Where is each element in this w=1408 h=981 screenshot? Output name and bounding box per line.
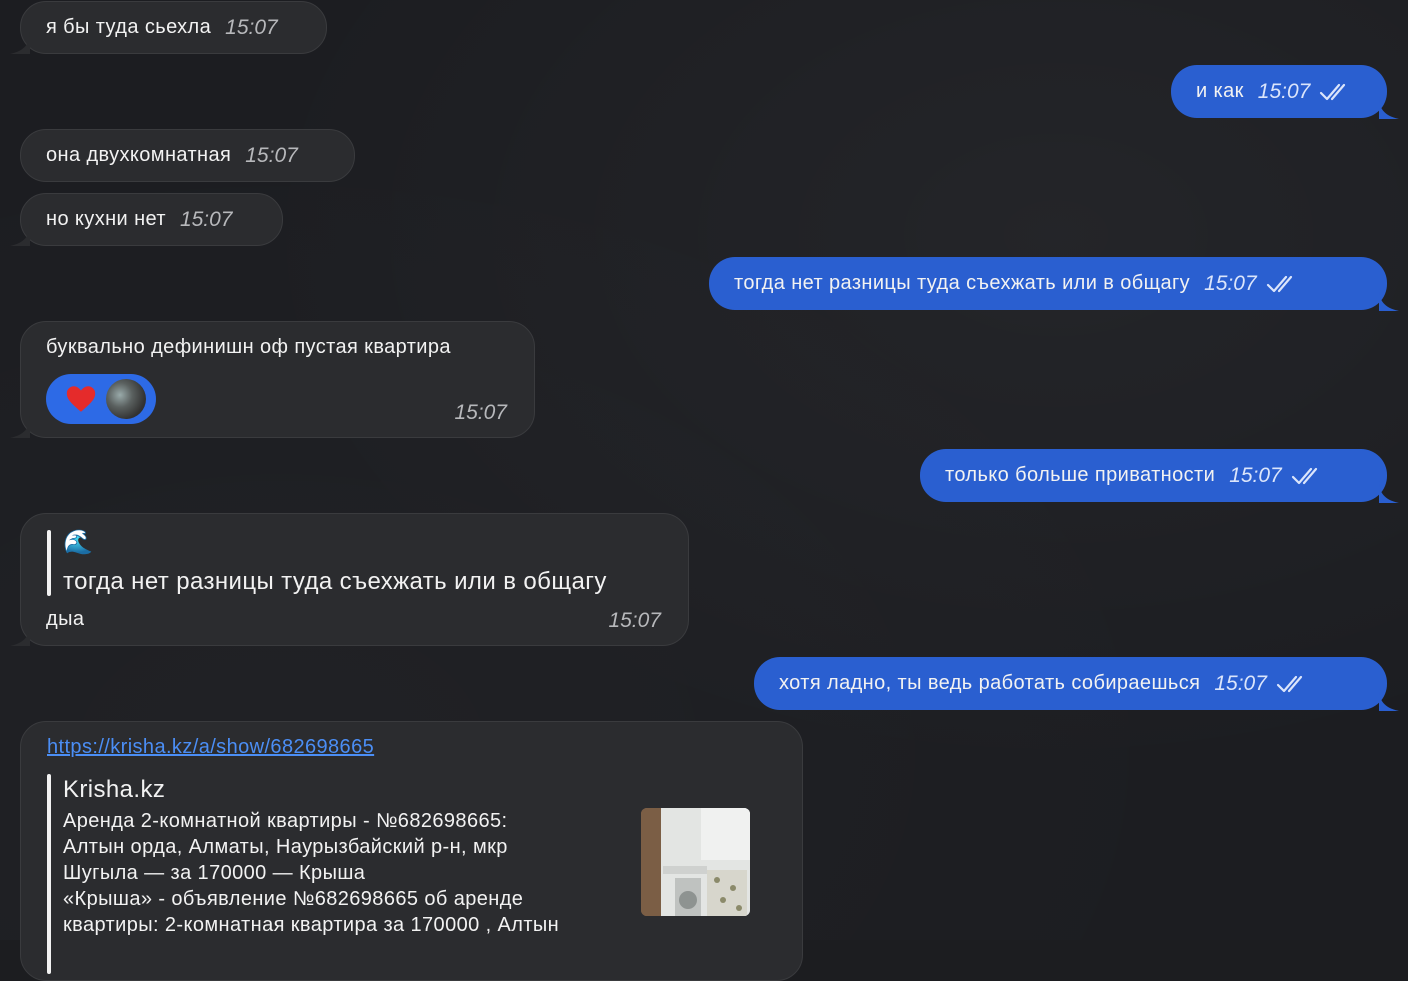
message-incoming[interactable]: она двухкомнатная 15:07 (20, 129, 355, 182)
message-text: тогда нет разницы туда съехжать или в об… (734, 272, 1191, 294)
message-link[interactable]: https://krisha.kz/a/show/682698665 (47, 736, 374, 759)
double-check-icon (1276, 675, 1303, 692)
apartment-photo (641, 808, 750, 916)
message-text: она двухкомнатная (46, 144, 232, 166)
quote-bar (47, 530, 51, 596)
message-time: 15:07 (1257, 79, 1311, 103)
message-text: буквально дефинишн оф пустая квартира (46, 336, 451, 358)
reaction-pill[interactable] (46, 374, 156, 424)
preview-line: Аренда 2-комнатной квартиры - №682698665… (63, 810, 508, 832)
double-check-icon (1320, 83, 1346, 100)
bubble-tail (10, 416, 30, 438)
message-outgoing[interactable]: и как 15:07 (1171, 65, 1399, 119)
bubble-tail (10, 624, 30, 646)
message-time: 15:07 (454, 401, 507, 424)
message-time: 15:07 (245, 143, 298, 167)
preview-thumbnail[interactable] (641, 808, 750, 916)
preview-line: Алтын орда, Алматы, Наурызбайский р-н, м… (63, 836, 508, 858)
message-time: 15:07 (1229, 463, 1282, 487)
message-outgoing[interactable]: тогда нет разницы туда съехжать или в об… (709, 257, 1399, 311)
message-text: хотя ладно, ты ведь работать собираешься (779, 672, 1201, 694)
message-incoming[interactable]: я бы туда сьехла 15:07 (10, 1, 327, 54)
message-text: но кухни нет (46, 208, 166, 230)
message-time: 15:07 (1204, 271, 1257, 295)
message-time: 15:07 (179, 207, 233, 231)
message-incoming-link[interactable]: https://krisha.kz/a/show/682698665 Krish… (20, 721, 803, 981)
double-check-icon (1266, 275, 1292, 292)
message-incoming[interactable]: буквально дефинишн оф пустая квартира 15… (10, 321, 535, 438)
message-incoming[interactable]: но кухни нет 15:07 (10, 193, 283, 246)
message-text: я бы туда сьехла (46, 16, 212, 38)
preview-line: Шугыла — за 170000 — Крыша (63, 862, 366, 884)
preview-site: Krisha.kz (63, 776, 166, 803)
message-incoming-reply[interactable]: 🌊 тогда нет разницы туда съехжать или в … (10, 513, 689, 646)
preview-line: квартиры: 2-комнатная квартира за 170000… (63, 914, 560, 936)
message-time: 15:07 (1214, 671, 1267, 695)
quoted-text: тогда нет разницы туда съехжать или в об… (63, 568, 607, 595)
heart-icon (66, 386, 96, 412)
preview-description: Аренда 2-комнатной квартиры - №682698665… (63, 808, 623, 938)
message-outgoing[interactable]: хотя ладно, ты ведь работать собираешься… (754, 657, 1399, 711)
preview-bar (47, 774, 51, 974)
message-outgoing[interactable]: только больше приватности 15:07 (920, 449, 1399, 503)
preview-line: «Крыша» - объявление №682698665 об аренд… (63, 888, 524, 910)
wave-emoji: 🌊 (63, 529, 94, 556)
message-time: 15:07 (225, 15, 278, 39)
avatar (106, 379, 146, 419)
double-check-icon (1291, 467, 1317, 484)
message-time: 15:07 (608, 609, 661, 632)
message-text: только больше приватности (945, 464, 1216, 486)
message-text: и как (1196, 80, 1244, 102)
message-text: дыа (46, 608, 85, 630)
